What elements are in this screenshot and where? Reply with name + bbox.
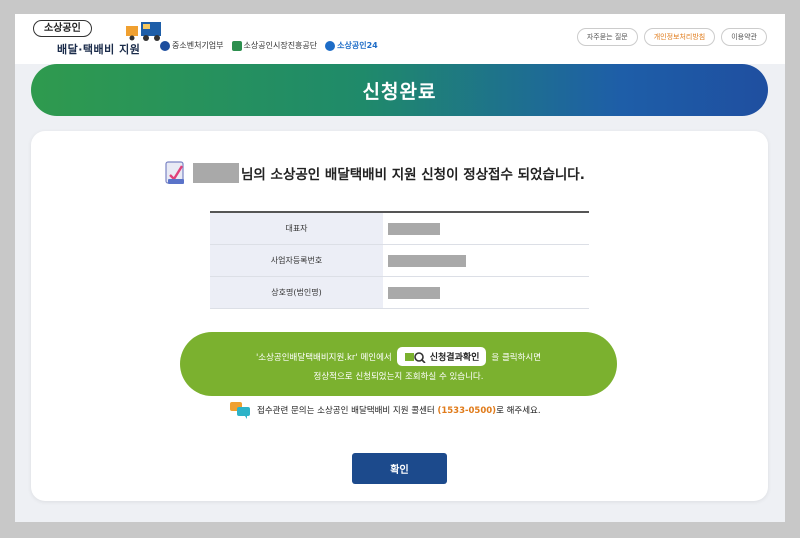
partner-sbiz24: 소상공인24 — [325, 40, 378, 51]
completion-headline: 님의 소상공인 배달택배비 지원 신청이 정상접수 되었습니다. — [164, 160, 585, 186]
applicant-name-masked — [193, 163, 239, 183]
partner-mss-label: 중소벤처기업부 — [172, 41, 224, 50]
logo-main-label: 배달·택배비 지원 — [57, 43, 141, 56]
check-result-label: 신청결과확인 — [429, 353, 480, 363]
partner-semas: 소상공인시장진흥공단 — [231, 40, 318, 51]
sbiz24-emblem-icon — [325, 40, 336, 51]
headline-text: 님의 소상공인 배달택배비 지원 신청이 정상접수 되었습니다. — [241, 167, 585, 183]
row-label-representative: 대표자 — [210, 213, 383, 244]
terms-link[interactable]: 이용약관 — [721, 28, 767, 46]
contact-text: 접수관련 문의는 소상공인 배달택배비 지원 콜센터 (1533-0500)로 … — [257, 404, 541, 416]
notice-text-before: '소상공인배달택배비지원.kr' 메인에서 — [255, 352, 392, 363]
row-value-representative — [383, 213, 589, 244]
masked-value — [388, 286, 440, 299]
table-row: 대표자 — [210, 213, 589, 245]
page-banner: 신청완료 — [31, 64, 768, 116]
callcenter-phone: (1533-0500) — [437, 406, 497, 416]
page-frame: 소상공인 배달·택배비 지원 중소벤처기업부 소상공인시장진흥공단 소상공인24… — [15, 14, 785, 522]
faq-link[interactable]: 자주묻는 질문 — [576, 28, 638, 46]
row-value-company-name — [383, 277, 589, 308]
site-logo[interactable]: 소상공인 배달·택배비 지원 — [33, 20, 173, 60]
partner-semas-label: 소상공인시장진흥공단 — [243, 41, 318, 50]
partner-mss: 중소벤처기업부 — [160, 40, 224, 51]
chat-bubble-icon — [230, 402, 250, 419]
mss-emblem-icon — [160, 40, 170, 51]
header: 소상공인 배달·택배비 지원 중소벤처기업부 소상공인시장진흥공단 소상공인24… — [15, 14, 785, 64]
row-value-business-number — [383, 245, 589, 276]
confirm-button[interactable]: 확인 — [352, 453, 447, 484]
semas-emblem-icon — [231, 40, 242, 51]
privacy-policy-link[interactable]: 개인정보처리방침 — [643, 28, 716, 46]
notice-text-after: 을 클릭하시면 — [491, 352, 542, 363]
search-document-icon — [404, 351, 426, 363]
document-check-icon — [165, 161, 184, 184]
table-row: 상호명(법인명) — [210, 277, 589, 309]
notice-line-1: '소상공인배달택배비지원.kr' 메인에서 신청결과확인 을 클릭하시면 — [180, 347, 617, 366]
masked-value — [388, 254, 466, 267]
table-row: 사업자등록번호 — [210, 245, 589, 277]
contact-info: 접수관련 문의는 소상공인 배달택배비 지원 콜센터 (1533-0500)로 … — [229, 401, 541, 419]
delivery-truck-icon — [126, 22, 161, 41]
contact-text-before: 접수관련 문의는 소상공인 배달택배비 지원 콜센터 — [257, 406, 438, 416]
top-links: 자주묻는 질문 개인정보처리방침 이용약관 — [576, 28, 767, 46]
result-card: 님의 소상공인 배달택배비 지원 신청이 정상접수 되었습니다. 대표자 사업자… — [31, 131, 768, 501]
masked-value — [388, 222, 440, 235]
result-check-notice: '소상공인배달택배비지원.kr' 메인에서 신청결과확인 을 클릭하시면 정상적… — [180, 332, 617, 396]
partner-logos: 중소벤처기업부 소상공인시장진흥공단 소상공인24 — [160, 40, 378, 51]
notice-line-2: 정상적으로 신청되었는지 조회하실 수 있습니다. — [313, 372, 484, 382]
contact-text-after: 로 해주세요. — [496, 406, 541, 416]
check-result-button[interactable]: 신청결과확인 — [396, 347, 487, 366]
partner-sbiz24-label: 소상공인24 — [337, 41, 378, 50]
logo-top-label: 소상공인 — [33, 20, 92, 37]
page-title: 신청완료 — [362, 80, 437, 103]
applicant-info-table: 대표자 사업자등록번호 상호명(법인명) — [210, 211, 589, 309]
row-label-company-name: 상호명(법인명) — [210, 277, 383, 308]
row-label-business-number: 사업자등록번호 — [210, 245, 383, 276]
